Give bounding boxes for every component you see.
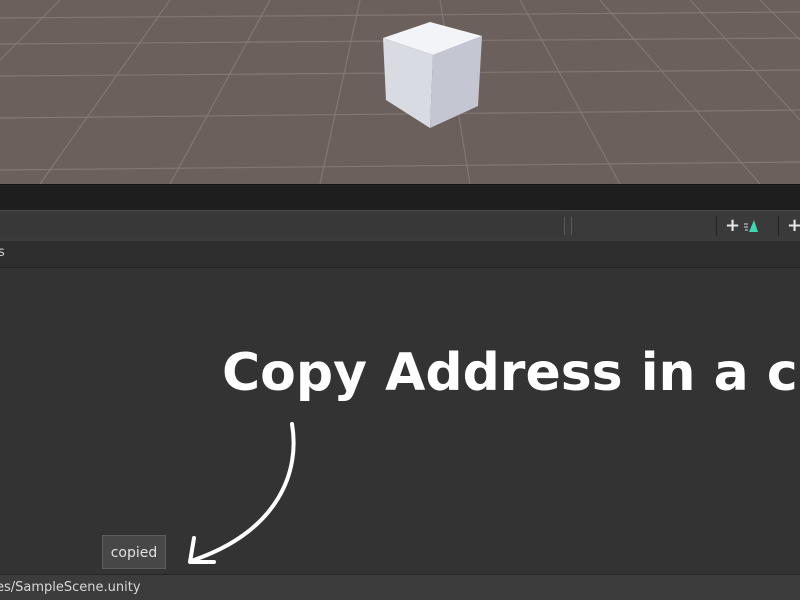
- status-bar: es/SampleScene.unity: [0, 574, 800, 600]
- editor-window: + + s Copy Address in a cli copied es/Sa…: [0, 0, 800, 600]
- curved-arrow-icon: [188, 422, 296, 564]
- copied-badge: copied: [102, 535, 166, 569]
- scene-path[interactable]: es/SampleScene.unity: [0, 580, 141, 595]
